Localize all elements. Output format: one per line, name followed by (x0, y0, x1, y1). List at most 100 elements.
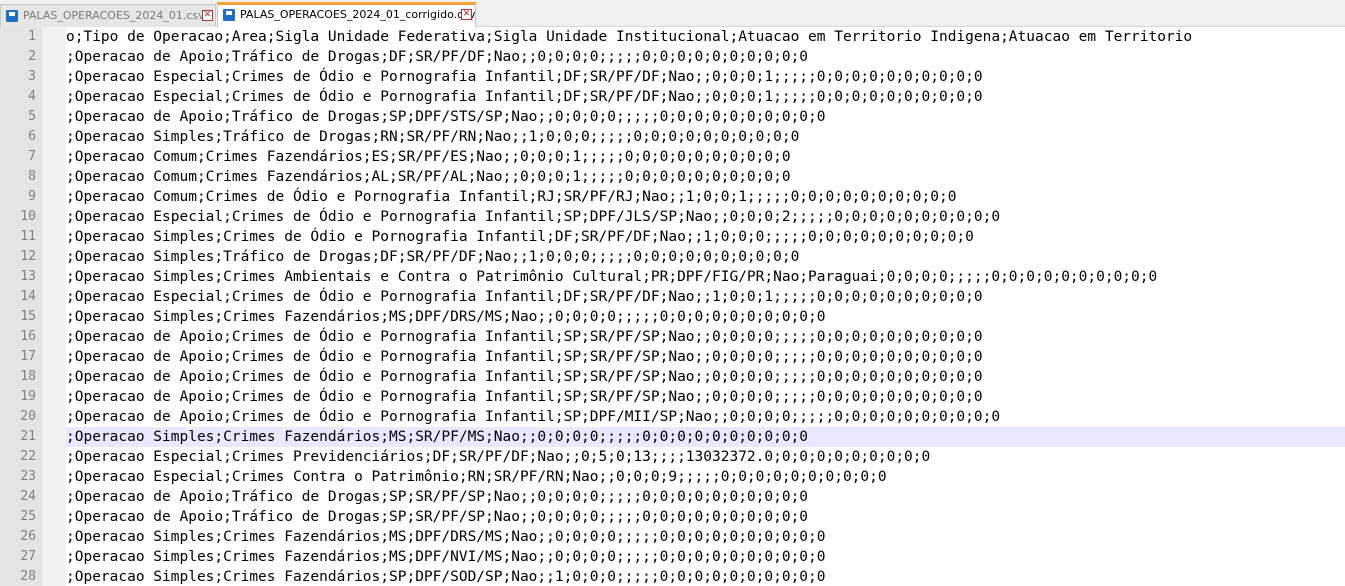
line-text[interactable]: ;Operacao de Apoio;Crimes de Ódio e Porn… (66, 327, 983, 347)
fold-margin (42, 447, 66, 467)
line-number: 5 (0, 107, 42, 127)
editor-line[interactable]: 7 ;Operacao Comum;Crimes Fazendários;ES;S… (0, 147, 1345, 167)
line-number: 22 (0, 447, 42, 467)
line-text[interactable]: ;Operacao Simples;Tráfico de Drogas;DF;S… (66, 247, 799, 267)
fold-margin (42, 107, 66, 127)
line-text[interactable]: ;Operacao Especial;Crimes de Ódio e Porn… (66, 67, 983, 87)
fold-margin (42, 187, 66, 207)
fold-margin (42, 407, 66, 427)
fold-margin (42, 167, 66, 187)
line-text[interactable]: ;Operacao de Apoio;Crimes de Ódio e Porn… (66, 347, 983, 367)
fold-margin (42, 227, 66, 247)
editor-line[interactable]: 28 ;Operacao Simples;Crimes Fazendários;S… (0, 567, 1345, 586)
tab-palas-operacoes-2024-01-corrigido[interactable]: PALAS_OPERACOES_2024_01_corrigido.csv ✕ (217, 2, 476, 27)
line-text[interactable]: ;Operacao Simples;Crimes Ambientais e Co… (66, 267, 1157, 287)
fold-margin (42, 207, 66, 227)
line-text[interactable]: ;Operacao Especial;Crimes de Ódio e Porn… (66, 87, 983, 107)
editor-line[interactable]: 15 ;Operacao Simples;Crimes Fazendários;M… (0, 307, 1345, 327)
editor-line[interactable]: 18 ;Operacao de Apoio;Crimes de Ódio e Po… (0, 367, 1345, 387)
editor-line[interactable]: 2 ;Operacao de Apoio;Tráfico de Drogas;DF… (0, 47, 1345, 67)
line-text[interactable]: ;Operacao Simples;Crimes Fazendários;SP;… (66, 567, 826, 586)
line-text[interactable]: ;Operacao de Apoio;Crimes de Ódio e Porn… (66, 407, 1000, 427)
editor-line[interactable]: 21 ;Operacao Simples;Crimes Fazendários;M… (0, 427, 1345, 447)
line-number: 8 (0, 167, 42, 187)
line-number: 4 (0, 87, 42, 107)
line-number: 25 (0, 507, 42, 527)
line-text[interactable]: ;Operacao Simples;Crimes Fazendários;MS;… (66, 307, 826, 327)
line-text[interactable]: ;Operacao Especial;Crimes Previdenciário… (66, 447, 930, 467)
editor-line[interactable]: 6 ;Operacao Simples;Tráfico de Drogas;RN;… (0, 127, 1345, 147)
line-number: 23 (0, 467, 42, 487)
fold-margin (42, 87, 66, 107)
editor-line[interactable]: 20 ;Operacao de Apoio;Crimes de Ódio e Po… (0, 407, 1345, 427)
editor-line[interactable]: 27 ;Operacao Simples;Crimes Fazendários;M… (0, 547, 1345, 567)
line-text[interactable]: ;Operacao Simples;Tráfico de Drogas;RN;S… (66, 127, 799, 147)
line-number: 15 (0, 307, 42, 327)
close-icon[interactable]: ✕ (461, 9, 472, 20)
editor-line[interactable]: 16 ;Operacao de Apoio;Crimes de Ódio e Po… (0, 327, 1345, 347)
editor-line[interactable]: 11 ;Operacao Simples;Crimes de Ódio e Por… (0, 227, 1345, 247)
line-text[interactable]: ;Operacao Comum;Crimes de Ódio e Pornogr… (66, 187, 956, 207)
line-text[interactable]: o;Tipo de Operacao;Area;Sigla Unidade Fe… (66, 27, 1192, 47)
editor-line[interactable]: 8 ;Operacao Comum;Crimes Fazendários;AL;S… (0, 167, 1345, 187)
editor-line[interactable]: 9 ;Operacao Comum;Crimes de Ódio e Pornog… (0, 187, 1345, 207)
line-number: 2 (0, 47, 42, 67)
fold-margin (42, 27, 66, 47)
editor-line[interactable]: 4 ;Operacao Especial;Crimes de Ódio e Por… (0, 87, 1345, 107)
fold-margin (42, 127, 66, 147)
editor-line[interactable]: 3 ;Operacao Especial;Crimes de Ódio e Por… (0, 67, 1345, 87)
editor-line[interactable]: 13 ;Operacao Simples;Crimes Ambientais e … (0, 267, 1345, 287)
editor-line[interactable]: 25 ;Operacao de Apoio;Tráfico de Drogas;S… (0, 507, 1345, 527)
line-text[interactable]: ;Operacao Comum;Crimes Fazendários;AL;SR… (66, 167, 791, 187)
line-number: 26 (0, 527, 42, 547)
fold-margin (42, 287, 66, 307)
editor-line[interactable]: 23 ;Operacao Especial;Crimes Contra o Pat… (0, 467, 1345, 487)
line-number: 20 (0, 407, 42, 427)
editor-line[interactable]: 5 ;Operacao de Apoio;Tráfico de Drogas;SP… (0, 107, 1345, 127)
line-text[interactable]: ;Operacao de Apoio;Tráfico de Drogas;SP;… (66, 507, 808, 527)
line-text[interactable]: ;Operacao de Apoio;Tráfico de Drogas;SP;… (66, 107, 826, 127)
line-text[interactable]: ;Operacao Especial;Crimes Contra o Patri… (66, 467, 887, 487)
editor-line[interactable]: 19 ;Operacao de Apoio;Crimes de Ódio e Po… (0, 387, 1345, 407)
editor-line[interactable]: 12 ;Operacao Simples;Tráfico de Drogas;DF… (0, 247, 1345, 267)
fold-margin (42, 527, 66, 547)
file-icon (223, 9, 235, 21)
line-number: 3 (0, 67, 42, 87)
line-text[interactable]: ;Operacao Simples;Crimes Fazendários;MS;… (66, 427, 808, 447)
line-number: 7 (0, 147, 42, 167)
tab-palas-operacoes-2024-01[interactable]: PALAS_OPERACOES_2024_01.csv ✕ (0, 4, 216, 27)
editor-line[interactable]: 26 ;Operacao Simples;Crimes Fazendários;M… (0, 527, 1345, 547)
line-text[interactable]: ;Operacao Especial;Crimes de Ódio e Porn… (66, 207, 1000, 227)
line-number: 11 (0, 227, 42, 247)
line-number: 1 (0, 27, 42, 47)
line-number: 17 (0, 347, 42, 367)
editor-line[interactable]: 1 o;Tipo de Operacao;Area;Sigla Unidade F… (0, 27, 1345, 47)
file-icon (6, 10, 18, 22)
editor-line[interactable]: 10 ;Operacao Especial;Crimes de Ódio e Po… (0, 207, 1345, 227)
fold-margin (42, 387, 66, 407)
line-text[interactable]: ;Operacao Simples;Crimes Fazendários;MS;… (66, 527, 826, 547)
line-number: 10 (0, 207, 42, 227)
editor-line[interactable]: 24 ;Operacao de Apoio;Tráfico de Drogas;S… (0, 487, 1345, 507)
line-text[interactable]: ;Operacao Comum;Crimes Fazendários;ES;SR… (66, 147, 791, 167)
line-number: 9 (0, 187, 42, 207)
fold-margin (42, 367, 66, 387)
line-text[interactable]: ;Operacao Especial;Crimes de Ódio e Porn… (66, 287, 983, 307)
editor-line[interactable]: 17 ;Operacao de Apoio;Crimes de Ódio e Po… (0, 347, 1345, 367)
line-text[interactable]: ;Operacao Simples;Crimes Fazendários;MS;… (66, 547, 826, 567)
line-text[interactable]: ;Operacao de Apoio;Crimes de Ódio e Porn… (66, 387, 983, 407)
fold-margin (42, 567, 66, 586)
line-text[interactable]: ;Operacao de Apoio;Tráfico de Drogas;DF;… (66, 47, 808, 67)
line-text[interactable]: ;Operacao Simples;Crimes de Ódio e Porno… (66, 227, 974, 247)
line-number: 24 (0, 487, 42, 507)
line-number: 21 (0, 427, 42, 447)
text-editor[interactable]: 1 o;Tipo de Operacao;Area;Sigla Unidade F… (0, 27, 1345, 586)
editor-line[interactable]: 22 ;Operacao Especial;Crimes Previdenciár… (0, 447, 1345, 467)
line-text[interactable]: ;Operacao de Apoio;Crimes de Ódio e Porn… (66, 367, 983, 387)
editor-line[interactable]: 14 ;Operacao Especial;Crimes de Ódio e Po… (0, 287, 1345, 307)
line-text[interactable]: ;Operacao de Apoio;Tráfico de Drogas;SP;… (66, 487, 808, 507)
close-icon[interactable]: ✕ (202, 10, 213, 21)
fold-margin (42, 307, 66, 327)
fold-margin (42, 247, 66, 267)
line-number: 12 (0, 247, 42, 267)
